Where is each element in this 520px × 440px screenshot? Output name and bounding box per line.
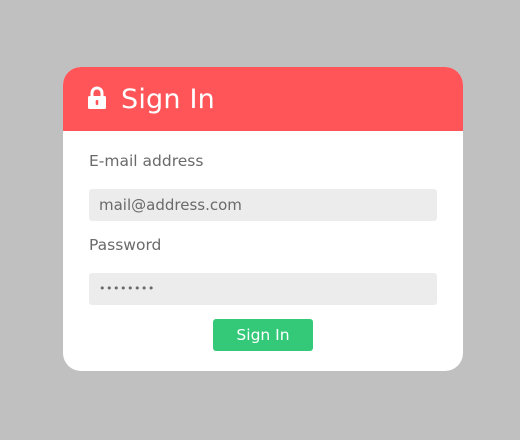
email-label: E-mail address [89, 152, 204, 170]
sign-in-button[interactable]: Sign In [213, 319, 313, 351]
card-header: Sign In [63, 67, 463, 131]
page-title: Sign In [121, 83, 215, 115]
lock-icon [88, 86, 106, 109]
email-field[interactable]: mail@address.com [89, 189, 437, 221]
password-label: Password [89, 236, 162, 254]
sign-in-card: Sign In E-mail address mail@address.com … [63, 67, 463, 371]
password-field[interactable]: •••••••• [89, 273, 437, 305]
